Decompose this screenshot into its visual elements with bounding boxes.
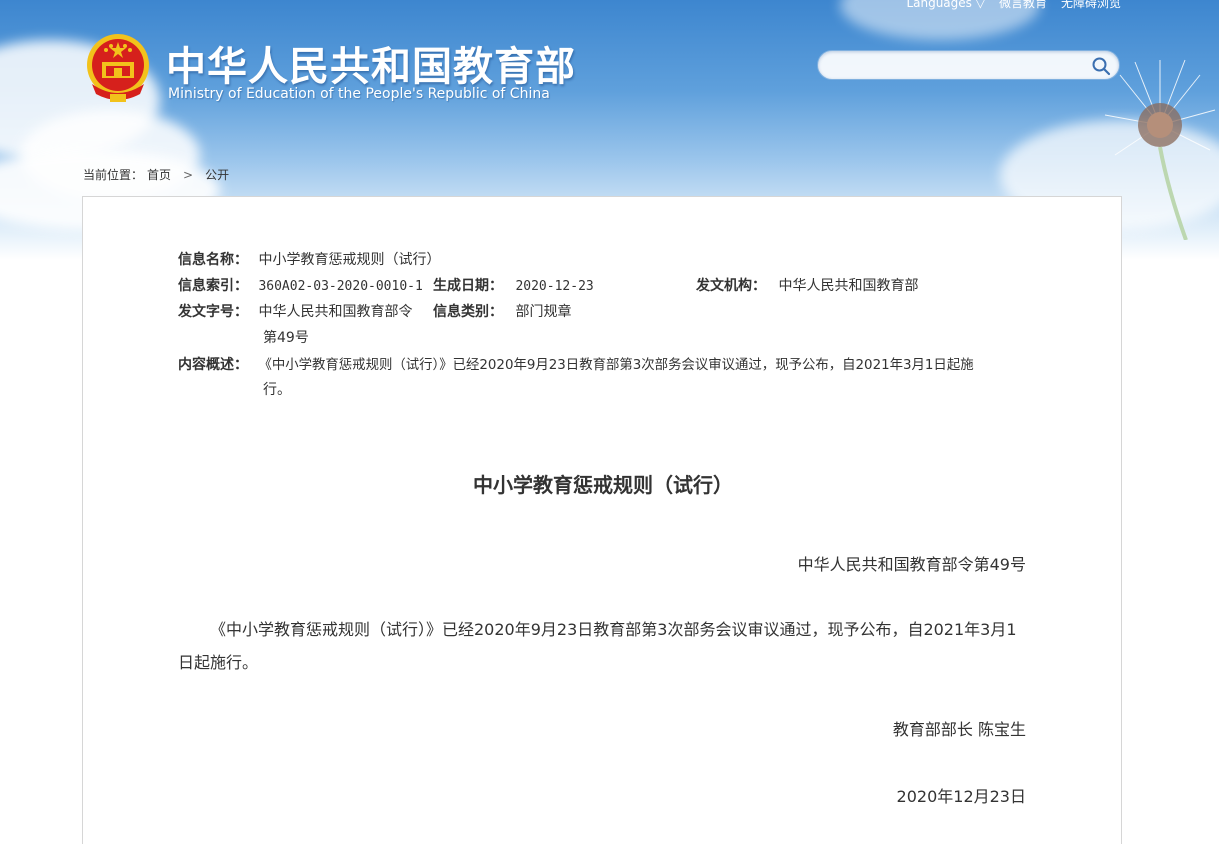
document-date: 2020年12月23日 bbox=[896, 787, 1026, 806]
breadcrumb-home-link[interactable]: 首页 bbox=[147, 166, 171, 183]
info-org-label: 发文机构： bbox=[696, 278, 766, 294]
info-org-value: 中华人民共和国教育部 bbox=[778, 278, 919, 294]
info-summary-line1: 《中小学教育惩戒规则（试行）》已经2020年9月23日教育部第3次部务会议审议通… bbox=[258, 358, 974, 373]
site-title[interactable]: 中华人民共和国教育部 bbox=[166, 34, 576, 92]
top-links: Languages ▽ 微言教育 无障碍浏览 bbox=[906, 0, 1121, 11]
info-index-value: 360A02-03-2020-0010-1 bbox=[258, 279, 423, 294]
info-date-label: 生成日期： bbox=[433, 278, 503, 294]
document-signature: 教育部部长 陈宝生 bbox=[892, 720, 1026, 739]
breadcrumb-prefix: 当前位置： bbox=[83, 168, 144, 182]
languages-label: Languages bbox=[906, 0, 972, 10]
chevron-right-icon: > bbox=[183, 167, 194, 182]
breadcrumb-current-link[interactable]: 公开 bbox=[205, 166, 229, 183]
weixin-link[interactable]: 微言教育 bbox=[999, 0, 1047, 11]
info-name-value: 中小学教育惩戒规则（试行） bbox=[258, 252, 441, 268]
info-index-label: 信息索引： bbox=[178, 278, 248, 294]
search-box bbox=[817, 50, 1120, 80]
search-icon[interactable] bbox=[1091, 56, 1111, 76]
info-docno-value-line2: 第49号 bbox=[263, 330, 309, 346]
info-type-label: 信息类别： bbox=[433, 304, 503, 320]
national-emblem-icon[interactable] bbox=[84, 32, 152, 104]
languages-dropdown[interactable]: Languages ▽ bbox=[906, 0, 985, 10]
info-docno-label: 发文字号： bbox=[178, 304, 248, 320]
accessible-browse-link[interactable]: 无障碍浏览 bbox=[1061, 0, 1121, 11]
article-panel: 信息名称： 中小学教育惩戒规则（试行） 信息索引： 360A02-03-2020… bbox=[82, 196, 1122, 844]
document-number: 中华人民共和国教育部令第49号 bbox=[797, 555, 1026, 574]
search-input[interactable] bbox=[830, 55, 1085, 75]
site-subtitle: Ministry of Education of the People's Re… bbox=[168, 86, 550, 102]
info-summary-line2: 行。 bbox=[263, 382, 291, 398]
document-title: 中小学教育惩戒规则（试行） bbox=[473, 473, 733, 497]
info-type-value: 部门规章 bbox=[515, 304, 572, 320]
document-body: 《中小学教育惩戒规则（试行）》已经2020年9月23日教育部第3次部务会议审议通… bbox=[178, 620, 1017, 672]
breadcrumb: 当前位置： 首页 > 公开 bbox=[83, 166, 229, 183]
info-docno-value-line1: 中华人民共和国教育部令 bbox=[258, 304, 413, 320]
info-name-label: 信息名称： bbox=[178, 252, 248, 268]
info-summary-label: 内容概述： bbox=[178, 357, 248, 373]
info-date-value: 2020-12-23 bbox=[515, 279, 594, 294]
